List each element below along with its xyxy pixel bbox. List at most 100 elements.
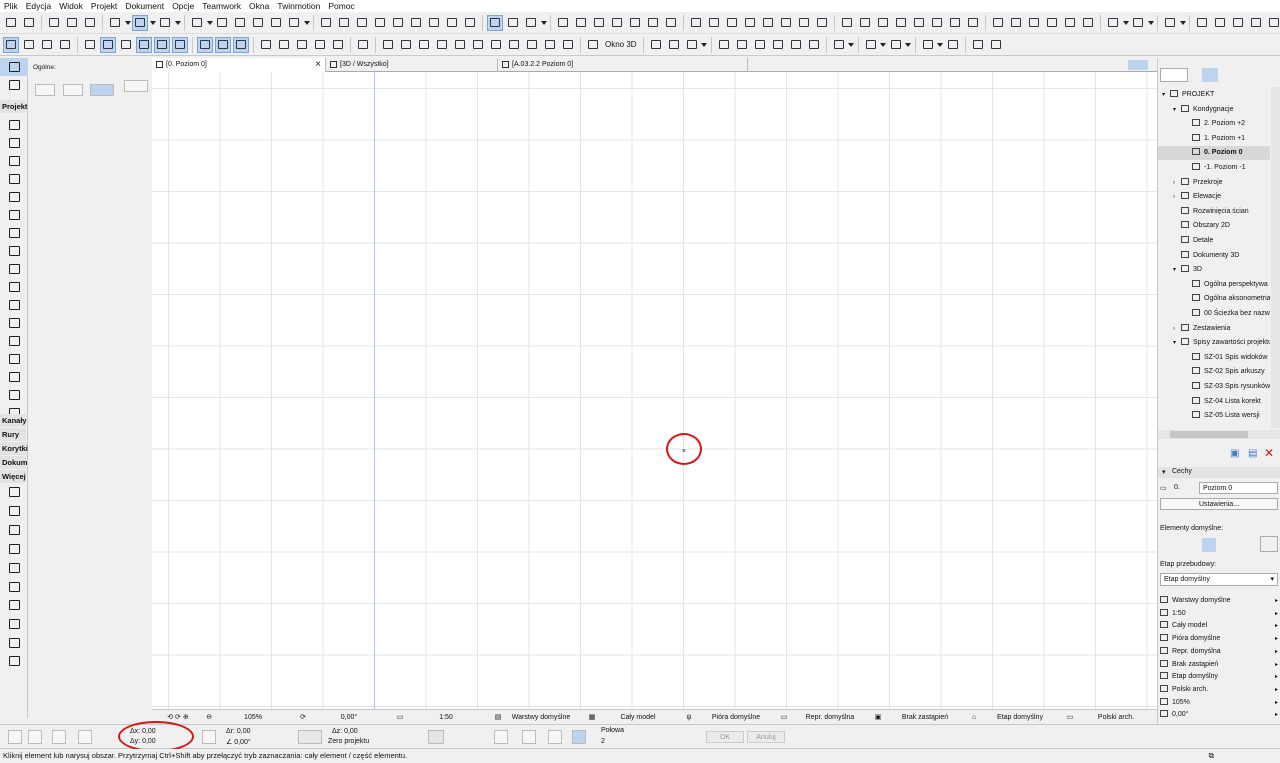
toolbar-tool-icon[interactable] — [586, 38, 600, 52]
toolbox-group-header[interactable]: Projekt — [0, 100, 27, 113]
toolbox-tool-icon[interactable] — [0, 540, 28, 558]
dropdown-arrow-icon[interactable] — [174, 16, 181, 30]
toolbar-tool-icon[interactable] — [487, 14, 503, 31]
toolbox-tool-icon[interactable] — [0, 559, 28, 577]
toolbar-tool-icon[interactable] — [797, 16, 811, 30]
toolbox-tool-icon[interactable] — [0, 386, 28, 404]
dropdown-arrow-icon[interactable] — [124, 16, 131, 30]
toolbar-tool-icon[interactable] — [556, 16, 570, 30]
ok-button[interactable]: OK — [706, 731, 744, 743]
snap-mode-value[interactable]: 2 — [601, 738, 605, 745]
toolbar-tool-icon[interactable] — [894, 16, 908, 30]
dropdown-arrow-icon[interactable] — [540, 16, 547, 30]
navigator-item[interactable]: Detale — [1158, 234, 1270, 248]
toolbar-tool-icon[interactable] — [807, 38, 821, 52]
toolbar-tool-icon[interactable] — [427, 16, 441, 30]
check-icon[interactable] — [466, 730, 480, 744]
drawing-canvas[interactable]: × — [152, 72, 1157, 709]
toolbox-group-header[interactable]: Korytki — [0, 442, 28, 455]
toolbar-tool-icon[interactable] — [22, 16, 36, 30]
toolbar-tool-icon[interactable] — [743, 16, 757, 30]
toolbox-tool-icon[interactable] — [0, 521, 28, 539]
quick-option-row[interactable]: 105% ▸ — [1160, 697, 1278, 710]
trace-icon[interactable] — [910, 730, 924, 744]
toolbox-tool-icon[interactable] — [0, 502, 28, 520]
zoom-value[interactable]: 105% — [218, 710, 288, 724]
chevron-icon[interactable]: ▾ — [1173, 263, 1181, 277]
dropdown-arrow-icon[interactable] — [701, 38, 708, 52]
toolbar-tool-icon[interactable] — [667, 38, 681, 52]
navigator-item[interactable]: ▾ Kondygnacje — [1158, 103, 1270, 117]
toolbar-tool-icon[interactable] — [132, 14, 148, 31]
project-map-icon[interactable] — [1202, 68, 1218, 82]
toolbox-tool-icon[interactable] — [0, 170, 28, 188]
toolbar-tool-icon[interactable] — [1063, 16, 1077, 30]
toolbox-tool-icon[interactable] — [0, 224, 28, 242]
toolbar-tool-icon[interactable] — [789, 38, 803, 52]
toolbar-tool-icon[interactable] — [1231, 16, 1245, 30]
toolbar-tool-icon[interactable] — [190, 16, 204, 30]
toolbar-tool-icon[interactable] — [524, 16, 538, 30]
toolbar-tool-icon[interactable] — [233, 16, 247, 30]
toolbar-tool-icon[interactable] — [277, 38, 291, 52]
toolbar-tool-icon[interactable] — [646, 16, 660, 30]
toolbar-tool-icon[interactable] — [966, 16, 980, 30]
dropdown-arrow-icon[interactable] — [1147, 16, 1154, 30]
quick-option-row[interactable]: 1:50 ▸ — [1160, 608, 1278, 621]
toolbar-tool-icon[interactable] — [58, 38, 72, 52]
zoom-icon[interactable]: ⊖ — [204, 710, 214, 724]
toolbar-tool-icon[interactable] — [725, 16, 739, 30]
toolbar-tool-icon[interactable] — [215, 16, 229, 30]
tab-options-icon[interactable] — [1128, 60, 1148, 70]
scale-value[interactable]: 1:50 — [408, 710, 484, 724]
toolbar-tool-icon[interactable] — [4, 16, 18, 30]
transfer-defaults-icon[interactable] — [1202, 538, 1216, 552]
toolbar-tool-icon[interactable] — [435, 38, 449, 52]
toolbar-tool-icon[interactable] — [561, 38, 575, 52]
toolbar-tool-icon[interactable] — [717, 38, 731, 52]
chevron-icon[interactable]: ▾ — [1162, 88, 1170, 102]
toolbar-tool-icon[interactable] — [628, 16, 642, 30]
menu-item-6[interactable]: Teamwork — [198, 0, 245, 12]
toolbar-tool-icon[interactable] — [453, 38, 467, 52]
toolbar-tool-icon[interactable] — [574, 16, 588, 30]
layout-book-icon[interactable] — [1242, 68, 1258, 82]
new-view-icon[interactable]: ▤ — [1248, 448, 1257, 459]
toolbar-tool-icon[interactable] — [948, 16, 962, 30]
layers-value[interactable]: Warstwy domyślne — [504, 710, 578, 724]
toolbox-tool-icon[interactable] — [0, 314, 28, 332]
model-view-value[interactable]: Repr. domyślna — [790, 710, 870, 724]
favorites-icon[interactable] — [804, 730, 818, 744]
navigator-item[interactable]: SZ-02 Spis arkuszy — [1158, 365, 1270, 379]
snap-icon[interactable] — [78, 730, 92, 744]
story-name-field[interactable]: Poziom 0 — [1199, 482, 1278, 494]
toolbar-tool-icon[interactable] — [319, 16, 333, 30]
toolbox-tool-icon[interactable] — [0, 483, 28, 501]
special-snap-icon[interactable] — [494, 730, 508, 744]
toolbar-tool-icon[interactable] — [83, 16, 97, 30]
dropdown-arrow-icon[interactable] — [905, 38, 912, 52]
tab-layout[interactable]: [A.03.2.2 Poziom 0] — [498, 58, 748, 72]
toolbar-tool-icon[interactable] — [197, 36, 213, 53]
navigator-item[interactable]: ▾ 3D — [1158, 263, 1270, 277]
delete-icon[interactable]: ✕ — [1264, 446, 1274, 460]
toolbar-tool-icon[interactable] — [815, 16, 829, 30]
toolbar-tool-icon[interactable] — [592, 16, 606, 30]
dropdown-arrow-icon[interactable] — [303, 16, 310, 30]
toolbar-tool-icon[interactable] — [991, 16, 1005, 30]
cancel-button[interactable]: Anuluj — [747, 731, 785, 743]
grid-snap-icon[interactable] — [52, 730, 66, 744]
navigator-item[interactable]: ▾ Spisy zawartości projektu — [1158, 336, 1270, 350]
toolbox-group-header[interactable]: Dokum — [0, 456, 27, 469]
navigator-scrollbar[interactable] — [1271, 87, 1280, 428]
pens-value[interactable]: Pióra domyślne — [694, 710, 778, 724]
toolbar-tool-icon[interactable] — [409, 16, 423, 30]
dropdown-arrow-icon[interactable] — [206, 16, 213, 30]
track-icon[interactable] — [28, 730, 42, 744]
settings-dialog-icon[interactable] — [1260, 536, 1278, 552]
toolbox-tool-icon[interactable] — [0, 242, 28, 260]
toolbar-tool-icon[interactable] — [119, 38, 133, 52]
toolbar-tool-icon[interactable] — [946, 38, 960, 52]
toolbar-tool-icon[interactable] — [610, 16, 624, 30]
navigator-item[interactable]: SZ-04 Lista korekt — [1158, 395, 1270, 409]
